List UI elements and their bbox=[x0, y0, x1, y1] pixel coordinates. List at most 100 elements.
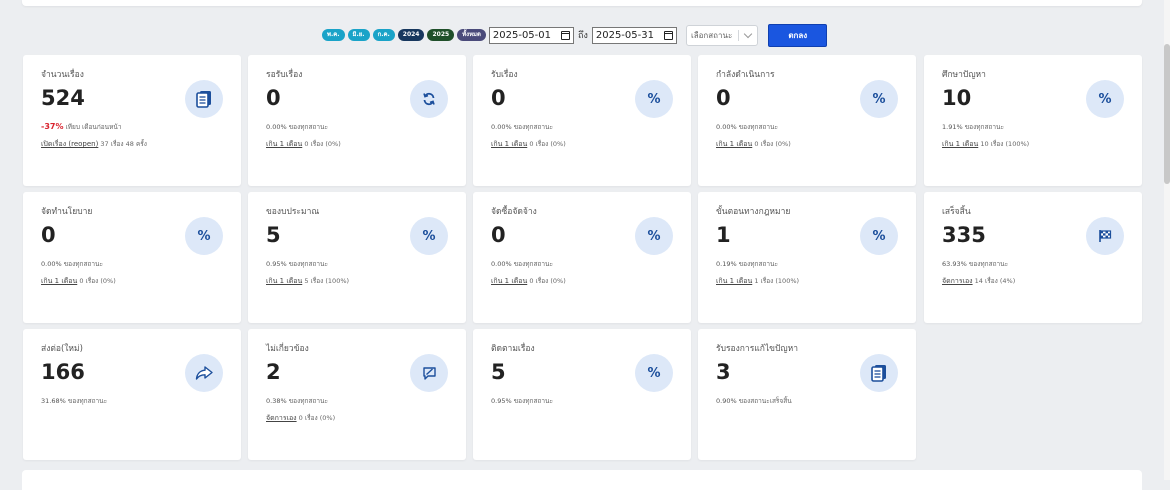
percent-icon: % bbox=[410, 217, 448, 255]
stat-card-certified: รับรองการแก้ไขปัญหา 3 0.90% ของสถานะเสร็… bbox=[698, 329, 916, 460]
percent-icon: % bbox=[635, 354, 673, 392]
card-percent: 63.93% bbox=[942, 260, 967, 268]
card-note: 0.00% ของทุกสถานะ bbox=[491, 122, 553, 132]
card-title: กำลังดำเนินการ bbox=[716, 70, 775, 80]
card-note-text: ของทุกสถานะ bbox=[513, 123, 553, 131]
filter-pill-all[interactable]: ทั้งหมด bbox=[457, 29, 486, 41]
scrollbar-thumb[interactable] bbox=[1164, 44, 1170, 184]
document-stack-icon bbox=[860, 354, 898, 392]
status-select[interactable]: เลือกสถานะ bbox=[685, 24, 759, 46]
checkered-flag-icon bbox=[1086, 217, 1124, 255]
stat-card-forwarded: ส่งต่อ(ใหม่) 166 31.68% ของทุกสถานะ bbox=[23, 329, 241, 460]
card-sub-text: 0 เรื่อง (0%) bbox=[79, 277, 116, 285]
card-sub-text: 0 เรื่อง (0%) bbox=[529, 140, 566, 148]
stat-card-followup: ติดตามเรื่อง 5 0.95% ของทุกสถานะ % bbox=[473, 329, 691, 460]
card-note-text: ของทุกสถานะ bbox=[67, 397, 108, 405]
card-note: 0.95% ของทุกสถานะ bbox=[266, 259, 328, 269]
card-note: 0.19% ของทุกสถานะ bbox=[716, 259, 778, 269]
card-percent: 0.00% bbox=[41, 260, 62, 268]
stat-card-policy: จัดทำนโยบาย 0 0.00% ของทุกสถานะ เกิน 1 เ… bbox=[23, 192, 241, 323]
card-percent: 0.95% bbox=[491, 397, 512, 405]
card-note: 0.38% ของทุกสถานะ bbox=[266, 396, 328, 406]
card-percent: 0.90% bbox=[716, 397, 737, 405]
self-managed-link[interactable]: จัดการเอง bbox=[942, 277, 973, 285]
filter-pill-jul[interactable]: ก.ค. bbox=[372, 29, 395, 41]
date-to-value: 2025-05-31 bbox=[595, 29, 654, 41]
card-value: 0 bbox=[491, 223, 506, 247]
card-percent: 31.68% bbox=[41, 397, 66, 405]
ok-button[interactable]: ตกลง bbox=[768, 23, 828, 47]
calendar-icon[interactable] bbox=[561, 30, 571, 40]
card-sub: เกิน 1 เดือน 5 เรื่อง (100%) bbox=[266, 276, 349, 287]
card-value: 5 bbox=[491, 360, 506, 384]
stat-card-received: รับเรื่อง 0 0.00% ของทุกสถานะ เกิน 1 เดื… bbox=[473, 55, 691, 186]
overdue-link[interactable]: เกิน 1 เดือน bbox=[716, 277, 752, 285]
card-title: ศึกษาปัญหา bbox=[942, 70, 986, 80]
filter-pill-2025[interactable]: 2025 bbox=[427, 29, 455, 41]
stat-card-budget: ของบประมาณ 5 0.95% ของทุกสถานะ เกิน 1 เด… bbox=[248, 192, 466, 323]
date-range-to-label: ถึง bbox=[578, 31, 588, 41]
card-value: 0 bbox=[716, 86, 731, 110]
overdue-link[interactable]: เกิน 1 เดือน bbox=[266, 140, 302, 148]
change-percent: -37% bbox=[41, 122, 64, 131]
card-note: 0.00% ของทุกสถานะ bbox=[491, 259, 553, 269]
card-note: -37% เทียบ เดือนก่อนหน้า bbox=[41, 122, 122, 132]
card-note-text: ของทุกสถานะ bbox=[964, 123, 1004, 131]
message-slash-icon bbox=[410, 354, 448, 392]
card-percent: 0.00% bbox=[491, 260, 512, 268]
card-percent: 1.91% bbox=[942, 123, 963, 131]
stat-card-in-progress: กำลังดำเนินการ 0 0.00% ของทุกสถานะ เกิน … bbox=[698, 55, 916, 186]
select-separator bbox=[738, 29, 740, 41]
card-note-text: ของทุกสถานะ bbox=[968, 260, 1009, 268]
card-title: เสร็จสิ้น bbox=[942, 207, 971, 217]
card-value: 10 bbox=[942, 86, 972, 110]
refresh-icon bbox=[410, 80, 448, 118]
card-title: จัดซื้อจัดจ้าง bbox=[491, 207, 537, 217]
stat-card-completed: เสร็จสิ้น 335 63.93% ของทุกสถานะ จัดการเ… bbox=[924, 192, 1142, 323]
card-note-text: เทียบ เดือนก่อนหน้า bbox=[65, 123, 122, 131]
card-percent: 0.00% bbox=[716, 123, 737, 131]
date-from-input[interactable]: 2025-05-01 bbox=[488, 26, 575, 44]
scrollbar[interactable] bbox=[1164, 0, 1170, 480]
card-value: 0 bbox=[41, 223, 56, 247]
card-sub: เปิดเรื่อง (reopen) 37 เรื่อง 48 ครั้ง bbox=[41, 139, 147, 150]
overdue-link[interactable]: เกิน 1 เดือน bbox=[41, 277, 77, 285]
card-note: 0.00% ของทุกสถานะ bbox=[41, 259, 103, 269]
card-value: 1 bbox=[716, 223, 731, 247]
percent-icon: % bbox=[185, 217, 223, 255]
card-title: รอรับเรื่อง bbox=[266, 70, 303, 80]
filter-pill-jun[interactable]: มิ.ย. bbox=[347, 29, 370, 41]
card-note-text: ของทุกสถานะ bbox=[738, 260, 778, 268]
card-value: 166 bbox=[41, 360, 85, 384]
overdue-link[interactable]: เกิน 1 เดือน bbox=[491, 140, 527, 148]
overdue-link[interactable]: เกิน 1 เดือน bbox=[491, 277, 527, 285]
overdue-link[interactable]: เกิน 1 เดือน bbox=[942, 140, 978, 148]
card-note: 0.00% ของทุกสถานะ bbox=[716, 122, 778, 132]
card-sub-text: 14 เรื่อง (4%) bbox=[974, 277, 1016, 285]
card-title: จัดทำนโยบาย bbox=[41, 207, 93, 217]
overdue-link[interactable]: เกิน 1 เดือน bbox=[266, 277, 302, 285]
card-sub: เกิน 1 เดือน 0 เรื่อง (0%) bbox=[41, 276, 116, 287]
share-forward-icon bbox=[185, 354, 223, 392]
filter-pill-2024[interactable]: 2024 bbox=[397, 29, 425, 41]
card-percent: 0.38% bbox=[266, 397, 287, 405]
card-note: 31.68% ของทุกสถานะ bbox=[41, 396, 107, 406]
calendar-icon[interactable] bbox=[663, 30, 673, 40]
filter-pill-may[interactable]: พ.ค. bbox=[322, 29, 345, 41]
card-note-text: ของสถานะเสร็จสิ้น bbox=[738, 397, 792, 405]
stat-card-procurement: จัดซื้อจัดจ้าง 0 0.00% ของทุกสถานะ เกิน … bbox=[473, 192, 691, 323]
document-stack-icon bbox=[185, 80, 223, 118]
card-note: 0.95% ของทุกสถานะ bbox=[491, 396, 553, 406]
overdue-link[interactable]: เกิน 1 เดือน bbox=[716, 140, 752, 148]
stat-card-pending: รอรับเรื่อง 0 0.00% ของทุกสถานะ เกิน 1 เ… bbox=[248, 55, 466, 186]
reopen-link[interactable]: เปิดเรื่อง (reopen) bbox=[41, 140, 98, 148]
card-title: รับรองการแก้ไขปัญหา bbox=[716, 344, 798, 354]
self-managed-link[interactable]: จัดการเอง bbox=[266, 414, 297, 422]
card-note-text: ของทุกสถานะ bbox=[288, 260, 328, 268]
card-value: 2 bbox=[266, 360, 281, 384]
date-to-input[interactable]: 2025-05-31 bbox=[591, 26, 677, 44]
card-percent: 0.19% bbox=[716, 260, 737, 268]
card-note: 0.90% ของสถานะเสร็จสิ้น bbox=[716, 396, 792, 406]
card-value: 0 bbox=[266, 86, 281, 110]
card-sub: จัดการเอง 0 เรื่อง (0%) bbox=[266, 413, 335, 424]
